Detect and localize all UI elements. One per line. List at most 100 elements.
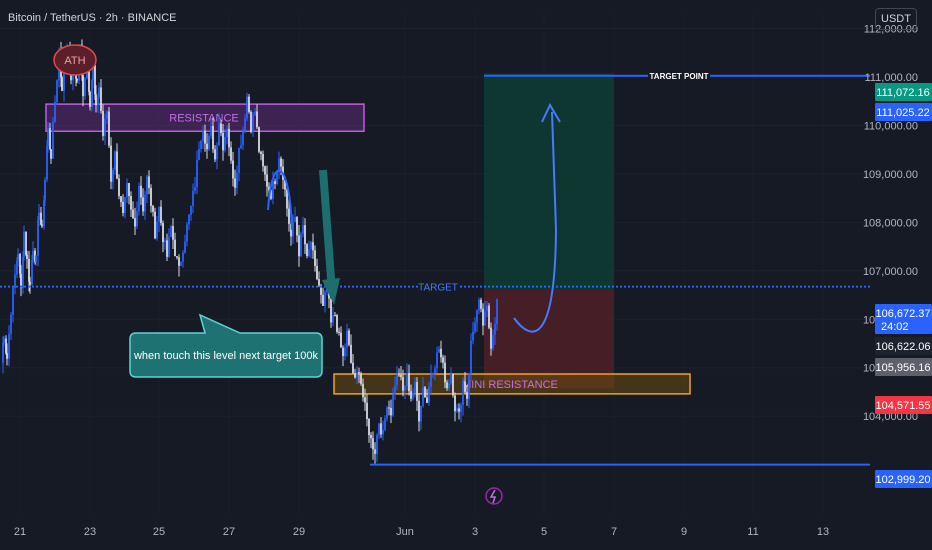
candle-body [390, 407, 392, 416]
candle-body [114, 151, 116, 170]
candle-body [192, 191, 194, 206]
candle-body [152, 205, 154, 212]
candle-body [108, 111, 110, 146]
y-tick-label: 107,000.00 [863, 266, 918, 278]
y-tick-label: 111,000.00 [865, 72, 918, 84]
x-tick-label: 25 [153, 526, 165, 538]
candle-body [116, 151, 118, 179]
price-tag-label: 105,956.16 [875, 362, 930, 374]
candle-body [354, 373, 356, 378]
callout-text: when touch this level next target 100k [133, 350, 319, 362]
candle-body [182, 252, 184, 262]
candle-body [494, 323, 496, 336]
candle-body [306, 244, 308, 256]
candle-body [458, 408, 460, 412]
candle-body [488, 305, 490, 328]
candle-body [240, 145, 242, 149]
candle-body [274, 181, 276, 184]
candle-body [146, 176, 148, 195]
candle-body [344, 347, 346, 357]
candles [2, 39, 498, 464]
candle-body [330, 298, 332, 323]
candle-body [95, 94, 97, 106]
candle-body [476, 310, 478, 323]
resistance-label: RESISTANCE [169, 113, 238, 125]
target-label: TARGET [418, 283, 458, 294]
currency-button[interactable]: USDT [875, 8, 917, 30]
candle-body [172, 226, 174, 240]
candle-body [200, 140, 202, 149]
candle-body [334, 315, 336, 317]
x-tick-label: 7 [611, 526, 617, 538]
candle-body [258, 127, 260, 152]
candle-body [266, 174, 268, 187]
candle-body [480, 299, 482, 309]
candle-body [462, 381, 464, 406]
candle-body [342, 347, 344, 357]
candle-body [100, 87, 102, 111]
candle-body [288, 208, 290, 224]
candle-body [138, 185, 140, 212]
candle-body [118, 178, 120, 197]
candle-body [418, 400, 420, 422]
candle-body [308, 249, 310, 256]
candle-body [164, 240, 166, 243]
candle-body [160, 206, 162, 224]
candle-body [206, 143, 208, 150]
candle-body [348, 330, 350, 345]
candle-body [364, 397, 366, 403]
candle-body [484, 311, 486, 326]
candle-body [112, 169, 114, 182]
candle-body [208, 135, 210, 150]
candle-body [110, 145, 112, 182]
candle-body [438, 348, 440, 353]
candle-body [150, 187, 152, 206]
price-tag-label: 111,025.22 [876, 107, 929, 119]
candle-body [316, 265, 318, 280]
gridlines [0, 14, 870, 514]
candle-body [250, 111, 252, 132]
mini-resistance-label: MINI RESISTANCE [462, 379, 558, 391]
candle-body [166, 240, 168, 257]
candle-body [130, 196, 132, 210]
x-tick-label: 3 [472, 526, 478, 538]
candle-body [232, 160, 234, 179]
candle-body [230, 147, 232, 161]
candle-body [298, 235, 300, 257]
candle-body [158, 206, 160, 222]
price-tag-label: 106,672.37 [875, 308, 930, 320]
candle-body [432, 373, 434, 375]
x-tick-label: 27 [223, 526, 235, 538]
candle-body [23, 232, 25, 257]
candle-body [104, 118, 106, 136]
candle-body [436, 352, 438, 369]
candle-body [190, 205, 192, 216]
candle-body [120, 196, 122, 203]
candle-body [256, 111, 258, 128]
x-tick-label: 21 [14, 526, 26, 538]
candle-body [464, 381, 466, 393]
candle-body [82, 75, 84, 97]
candle-body [276, 172, 278, 184]
candle-body [456, 408, 458, 412]
candle-body [490, 327, 492, 349]
candle-body [234, 178, 236, 188]
price-tag-label: 104,571.55 [875, 400, 930, 412]
candle-body [56, 80, 58, 102]
candle-body [128, 183, 130, 197]
candle-body [368, 419, 370, 436]
candle-body [460, 405, 462, 412]
candle-body [380, 423, 382, 435]
candle-body [47, 128, 49, 146]
candle-body [54, 101, 56, 122]
candle-body [3, 338, 5, 343]
candle-body [310, 242, 312, 250]
candle-body [378, 423, 380, 436]
candle-body [440, 348, 442, 358]
y-tick-label: 110,000.00 [864, 120, 918, 132]
candle-body [346, 330, 348, 348]
candle-body [408, 373, 410, 392]
target-point-label: TARGET POINT [650, 72, 709, 81]
candle-body [168, 237, 170, 257]
candle-body [450, 373, 452, 384]
